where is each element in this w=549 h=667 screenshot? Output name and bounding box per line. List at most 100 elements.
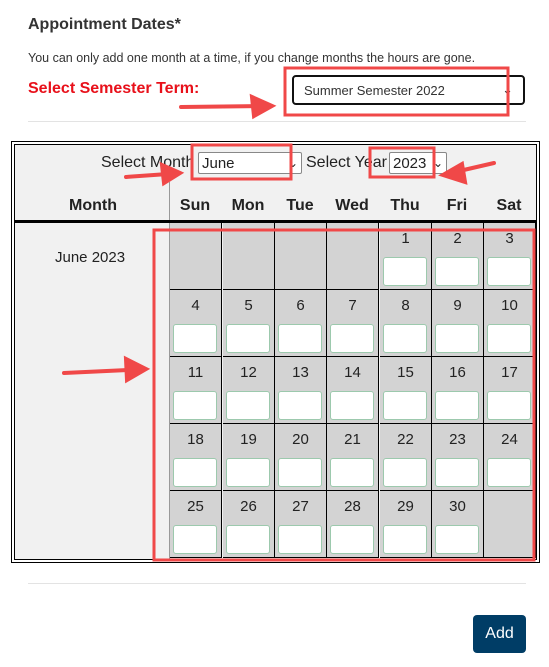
day-cell-16: 16 (432, 357, 484, 424)
day-hours-input-9[interactable] (435, 324, 479, 353)
empty-day-cell (484, 491, 536, 558)
select-month-label: Select Month (101, 154, 195, 171)
semester-term-value: Summer Semester 2022 (304, 82, 445, 98)
day-cell-15: 15 (380, 357, 432, 424)
semester-term-label: Select Semester Term: (28, 80, 200, 97)
day-hours-input-1[interactable] (383, 257, 427, 286)
divider (28, 583, 526, 584)
day-cell-13: 13 (275, 357, 327, 424)
day-cell-28: 28 (327, 491, 379, 558)
day-number: 11 (187, 364, 204, 381)
semester-term-select[interactable]: Summer Semester 2022 ⌄ (292, 75, 525, 105)
day-hours-input-6[interactable] (278, 324, 322, 353)
day-hours-input-5[interactable] (226, 324, 270, 353)
weekday-header-fri: Fri (446, 197, 468, 214)
day-cell-1: 1 (380, 223, 432, 290)
section-note: You can only add one month at a time, if… (28, 51, 476, 65)
empty-day-cell (170, 223, 222, 290)
day-hours-input-26[interactable] (226, 525, 270, 554)
day-hours-input-19[interactable] (226, 458, 270, 487)
day-number: 16 (449, 364, 466, 381)
day-number: 15 (397, 364, 414, 381)
day-hours-input-14[interactable] (330, 391, 374, 420)
day-hours-input-2[interactable] (435, 257, 479, 286)
month-select[interactable]: June ⌄ (198, 152, 302, 174)
day-cell-2: 2 (432, 223, 484, 290)
day-hours-input-25[interactable] (173, 525, 217, 554)
day-number: 29 (397, 498, 414, 515)
day-cell-17: 17 (484, 357, 536, 424)
day-cell-26: 26 (223, 491, 275, 558)
day-hours-input-10[interactable] (487, 324, 531, 353)
day-number: 5 (244, 297, 253, 314)
day-cell-11: 11 (170, 357, 222, 424)
day-number: 9 (453, 297, 462, 314)
day-cell-9: 9 (432, 290, 484, 357)
day-number: 24 (501, 431, 518, 448)
month-column-header: Month (69, 197, 117, 214)
day-hours-input-21[interactable] (330, 458, 374, 487)
arrow-icon (179, 104, 264, 109)
day-number: 30 (449, 498, 466, 515)
day-number: 1 (401, 230, 410, 247)
add-button[interactable]: Add (473, 615, 526, 653)
day-hours-input-7[interactable] (330, 324, 374, 353)
day-hours-input-15[interactable] (383, 391, 427, 420)
day-hours-input-11[interactable] (173, 391, 217, 420)
day-hours-input-8[interactable] (383, 324, 427, 353)
day-number: 28 (344, 498, 361, 515)
chevron-down-icon: ⌄ (502, 82, 513, 97)
weekday-header-mon: Mon (231, 197, 265, 214)
day-number: 7 (348, 297, 357, 314)
empty-day-cell (275, 223, 327, 290)
day-hours-input-29[interactable] (383, 525, 427, 554)
month-value: June (202, 154, 235, 172)
day-number: 3 (505, 230, 514, 247)
day-cell-6: 6 (275, 290, 327, 357)
day-cell-24: 24 (484, 424, 536, 491)
day-number: 27 (292, 498, 309, 515)
divider (28, 121, 526, 122)
select-year-label: Select Year (306, 154, 387, 171)
day-hours-input-24[interactable] (487, 458, 531, 487)
day-hours-input-30[interactable] (435, 525, 479, 554)
day-hours-input-20[interactable] (278, 458, 322, 487)
day-cell-3: 3 (484, 223, 536, 290)
day-hours-input-16[interactable] (435, 391, 479, 420)
day-number: 18 (187, 431, 204, 448)
day-cell-23: 23 (432, 424, 484, 491)
day-hours-input-28[interactable] (330, 525, 374, 554)
weekday-header-wed: Wed (335, 197, 369, 214)
day-hours-input-4[interactable] (173, 324, 217, 353)
day-cell-12: 12 (223, 357, 275, 424)
day-number: 4 (191, 297, 200, 314)
day-number: 21 (344, 431, 361, 448)
day-number: 23 (449, 431, 466, 448)
day-cell-7: 7 (327, 290, 379, 357)
day-cell-4: 4 (170, 290, 222, 357)
day-number: 20 (292, 431, 309, 448)
day-number: 26 (240, 498, 257, 515)
day-hours-input-27[interactable] (278, 525, 322, 554)
day-number: 6 (296, 297, 305, 314)
day-hours-input-12[interactable] (226, 391, 270, 420)
day-number: 13 (292, 364, 309, 381)
day-number: 2 (453, 230, 462, 247)
day-hours-input-18[interactable] (173, 458, 217, 487)
day-number: 14 (344, 364, 361, 381)
day-cell-10: 10 (484, 290, 536, 357)
day-cell-27: 27 (275, 491, 327, 558)
chevron-down-icon: ⌄ (432, 156, 443, 170)
section-title: Appointment Dates* (28, 16, 181, 33)
chevron-down-icon: ⌄ (287, 156, 298, 170)
day-hours-input-23[interactable] (435, 458, 479, 487)
day-cell-8: 8 (380, 290, 432, 357)
empty-day-cell (223, 223, 275, 290)
year-select[interactable]: 2023 ⌄ (389, 152, 447, 174)
day-hours-input-17[interactable] (487, 391, 531, 420)
day-hours-input-22[interactable] (383, 458, 427, 487)
weekday-header-sun: Sun (179, 197, 211, 214)
day-hours-input-13[interactable] (278, 391, 322, 420)
day-hours-input-3[interactable] (487, 257, 531, 286)
year-value: 2023 (393, 154, 427, 172)
